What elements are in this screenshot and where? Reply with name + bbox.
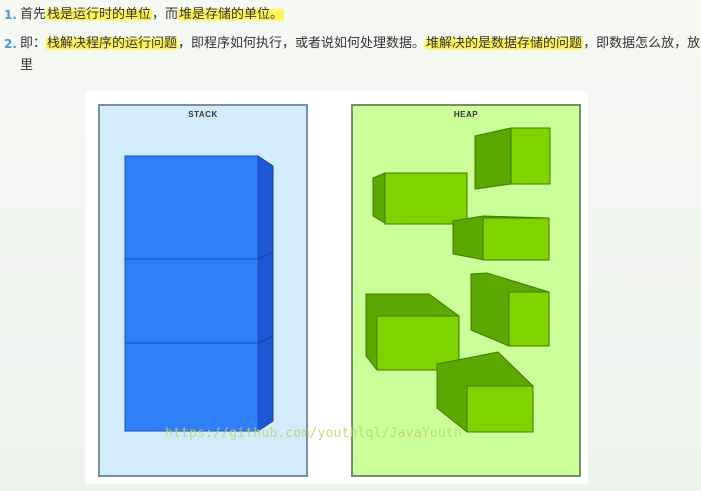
heap-block	[372, 172, 468, 225]
highlighted-text: 堆是存储的单位。	[178, 7, 285, 22]
list-number: 1.	[4, 8, 17, 22]
stack-block	[124, 155, 259, 260]
list-item-continuation: 里	[20, 58, 34, 73]
text-run: ，而	[152, 7, 179, 22]
stack-block	[124, 342, 259, 432]
heap-block	[452, 215, 550, 261]
text-run: 首先	[20, 7, 47, 22]
stack-panel: STACK	[98, 104, 308, 477]
list-item-text: 首先栈是运行时的单位，而堆是存储的单位。	[20, 4, 285, 26]
heap-block	[365, 293, 460, 371]
stack-block-side	[257, 155, 274, 432]
watermark-url: https://github.com/youthlql/JavaYouth	[165, 426, 462, 441]
highlighted-text: 栈是运行时的单位	[46, 7, 153, 22]
text-run: ，即程序如何执行，或者说如何处理数据。	[178, 36, 426, 51]
list-item-text: 即：栈解决程序的运行问题，即程序如何执行，或者说如何处理数据。堆解决的是数据存储…	[20, 33, 701, 55]
page: 1. 首先栈是运行时的单位，而堆是存储的单位。 2. 即：栈解决程序的运行问题，…	[0, 0, 701, 491]
stack-blocks-illustration	[124, 155, 274, 432]
highlighted-text: 堆解决的是数据存储的问题	[425, 36, 584, 51]
heap-panel: HEAP	[351, 104, 581, 477]
heap-block	[470, 272, 550, 347]
heap-blocks-illustration	[365, 127, 551, 433]
heap-block	[474, 127, 551, 190]
stack-block	[124, 258, 259, 344]
list-number: 2.	[4, 37, 17, 51]
text-run: 即：	[20, 36, 47, 51]
text-run: ，即数据怎么放，放哪	[583, 36, 701, 51]
highlighted-text: 栈解决程序的运行问题	[46, 36, 179, 51]
heap-block	[436, 351, 534, 433]
